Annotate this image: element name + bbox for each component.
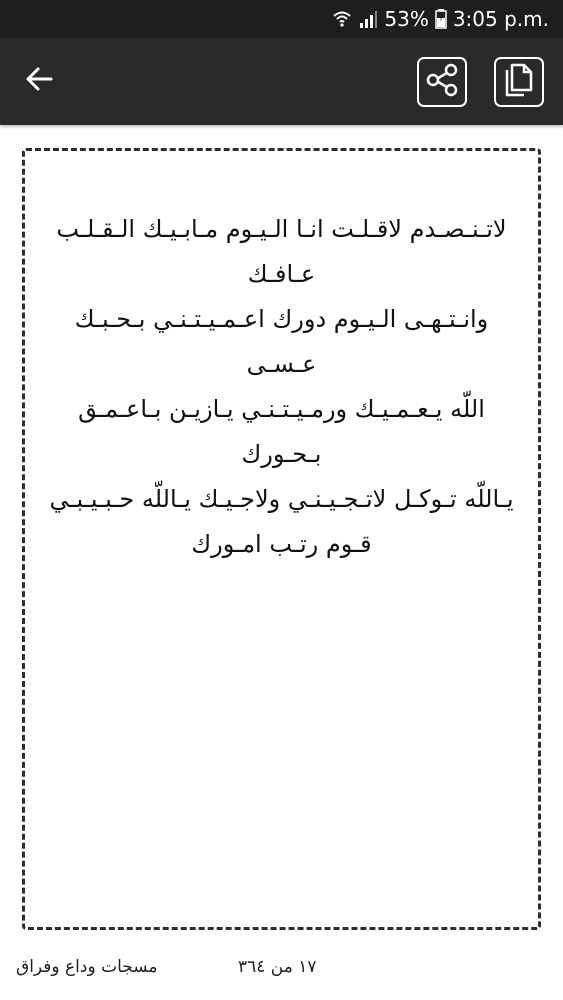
arrow-left-icon [24,64,54,98]
status-bar: 53% 3:05 p.m. [0,0,563,38]
wifi-icon [332,9,352,29]
message-card: لاتـنـصـدم لاقـلـت انـا الـيـوم مـابـيـك… [22,148,541,930]
battery-percent: 53% [384,7,429,31]
clock: 3:05 p.m. [452,7,549,31]
message-text[interactable]: لاتـنـصـدم لاقـلـت انـا الـيـوم مـابـيـك… [43,207,520,567]
copy-icon [502,62,536,102]
share-icon [424,62,460,102]
signal-icon [358,9,378,29]
share-button[interactable] [417,57,467,107]
back-button[interactable] [16,58,62,104]
footer: مسجات وداع وفراق ١٧ من ٣٦٤ [0,945,563,990]
message-counter: ١٧ من ٣٦٤ [238,957,317,977]
category-label: مسجات وداع وفراق [16,957,158,977]
battery-icon [435,9,447,29]
copy-button[interactable] [494,57,544,107]
app-toolbar [0,38,563,125]
